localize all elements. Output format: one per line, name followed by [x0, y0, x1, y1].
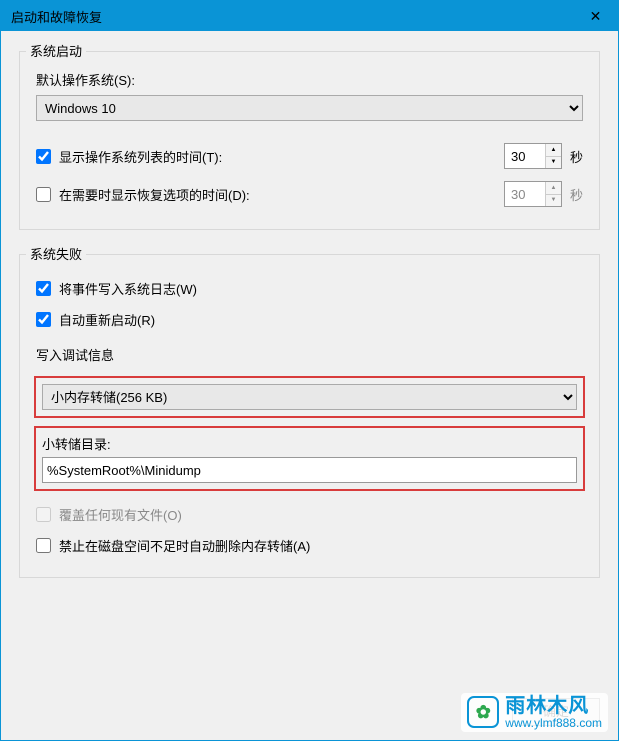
titlebar: 启动和故障恢复 ✕: [1, 1, 618, 31]
no-auto-delete-label: 禁止在磁盘空间不足时自动删除内存转储(A): [59, 536, 583, 555]
spinner-buttons: ▲ ▼: [545, 182, 561, 206]
show-recovery-row: 在需要时显示恢复选项的时间(D): 30 ▲ ▼ 秒: [32, 175, 587, 213]
no-auto-delete-checkbox[interactable]: [36, 538, 51, 553]
dump-dir-highlight: 小转储目录:: [34, 426, 585, 491]
seconds-unit: 秒: [570, 185, 583, 204]
dialog-content: 系统启动 默认操作系统(S): Windows 10 显示操作系统列表的时间(T…: [1, 31, 618, 588]
window-title: 启动和故障恢复: [11, 7, 102, 26]
auto-restart-row: 自动重新启动(R): [32, 304, 587, 335]
spinner-up-icon: ▲: [546, 182, 561, 195]
show-os-list-label: 显示操作系统列表的时间(T):: [59, 147, 500, 166]
show-os-list-checkbox[interactable]: [36, 149, 51, 164]
write-event-log-row: 将事件写入系统日志(W): [32, 273, 587, 304]
dump-type-select[interactable]: 小内存转储(256 KB): [42, 384, 577, 410]
dump-dir-input[interactable]: [42, 457, 577, 483]
spinner-down-icon: ▼: [546, 195, 561, 207]
ok-button[interactable]: 确定: [512, 698, 600, 726]
default-os-select[interactable]: Windows 10: [36, 95, 583, 121]
dialog-buttons: 确定: [512, 698, 600, 726]
spinner-buttons: ▲ ▼: [545, 144, 561, 168]
system-failure-group: 系统失败 将事件写入系统日志(W) 自动重新启动(R) 写入调试信息 小内存转储…: [19, 254, 600, 578]
spinner-up-icon[interactable]: ▲: [546, 144, 561, 157]
close-button[interactable]: ✕: [573, 1, 618, 31]
auto-restart-checkbox[interactable]: [36, 312, 51, 327]
os-list-seconds-spinner[interactable]: 30 ▲ ▼: [504, 143, 562, 169]
seconds-unit: 秒: [570, 147, 583, 166]
overwrite-row: 覆盖任何现有文件(O): [32, 499, 587, 530]
show-os-list-row: 显示操作系统列表的时间(T): 30 ▲ ▼ 秒: [32, 137, 587, 175]
dump-type-highlight: 小内存转储(256 KB): [34, 376, 585, 418]
default-os-label: 默认操作系统(S):: [32, 70, 587, 89]
watermark-logo-icon: ✿: [467, 696, 499, 728]
overwrite-label: 覆盖任何现有文件(O): [59, 505, 583, 524]
write-event-log-checkbox[interactable]: [36, 281, 51, 296]
recovery-seconds-value: 30: [505, 182, 545, 206]
write-event-log-label: 将事件写入系统日志(W): [59, 279, 583, 298]
show-recovery-checkbox[interactable]: [36, 187, 51, 202]
overwrite-checkbox: [36, 507, 51, 522]
group-title-failure: 系统失败: [26, 244, 86, 263]
os-list-seconds-value: 30: [505, 144, 545, 168]
dump-dir-label: 小转储目录:: [42, 434, 577, 453]
no-auto-delete-row: 禁止在磁盘空间不足时自动删除内存转储(A): [32, 530, 587, 561]
dialog-window: 启动和故障恢复 ✕ 系统启动 默认操作系统(S): Windows 10 显示操…: [0, 0, 619, 741]
debug-info-label: 写入调试信息: [32, 335, 587, 372]
recovery-seconds-spinner: 30 ▲ ▼: [504, 181, 562, 207]
close-icon: ✕: [590, 8, 602, 25]
group-title-startup: 系统启动: [26, 41, 86, 60]
auto-restart-label: 自动重新启动(R): [59, 310, 583, 329]
spinner-down-icon[interactable]: ▼: [546, 157, 561, 169]
show-recovery-label: 在需要时显示恢复选项的时间(D):: [59, 185, 500, 204]
system-startup-group: 系统启动 默认操作系统(S): Windows 10 显示操作系统列表的时间(T…: [19, 51, 600, 230]
